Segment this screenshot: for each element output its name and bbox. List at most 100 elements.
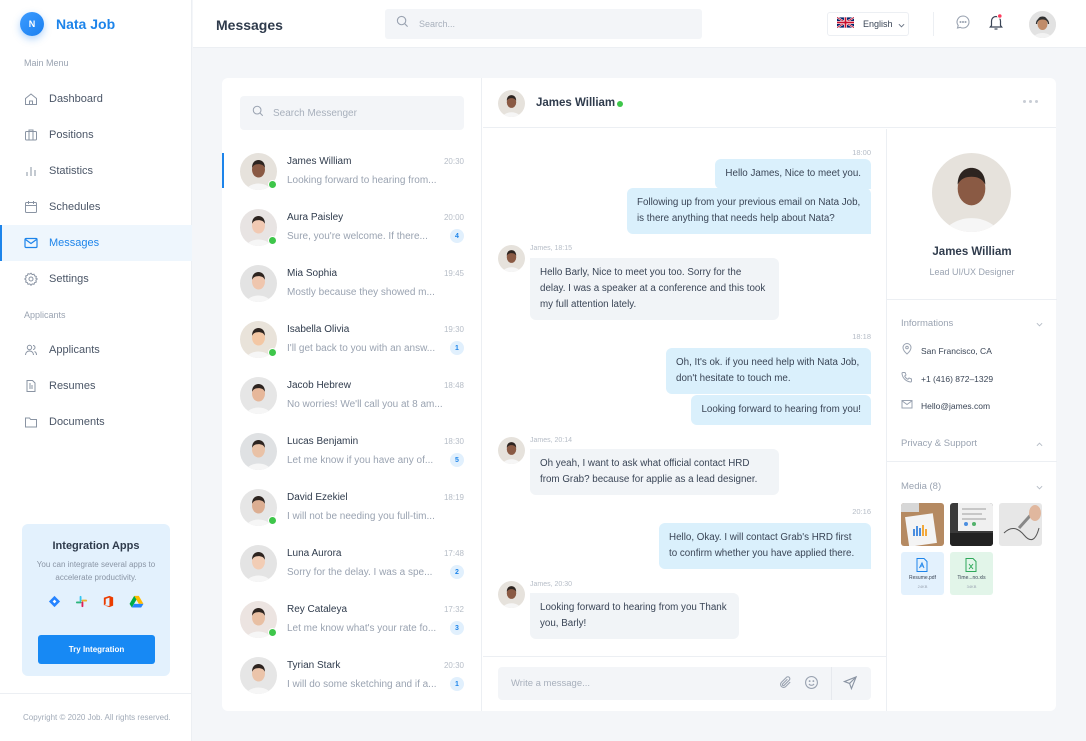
user-avatar[interactable] <box>1029 11 1056 38</box>
conversation-item[interactable]: James William Looking forward to hearing … <box>222 153 482 209</box>
sidebar-item-documents[interactable]: Documents <box>0 404 192 440</box>
conversation-item[interactable]: Isabella Olivia I'll get back to you with… <box>222 321 482 377</box>
message-input[interactable]: Write a message... <box>511 678 590 689</box>
unread-badge: 5 <box>450 453 464 467</box>
message-sender-meta: James, 20:14 <box>530 437 573 444</box>
search-placeholder: Search... <box>419 19 456 29</box>
media-thumbnail[interactable] <box>950 503 993 546</box>
media-thumbnail[interactable] <box>901 503 944 546</box>
conversation-list: Search Messenger James William Looking fo… <box>222 78 482 711</box>
document-icon <box>23 378 39 394</box>
conversation-item[interactable]: Aura Paisley Sure, you're welcome. If the… <box>222 209 482 265</box>
applicants-nav: Applicants Resumes Documents <box>0 332 192 440</box>
slack-icon <box>75 595 88 613</box>
conversation-preview: Sure, you're welcome. If there... <box>287 231 428 242</box>
outgoing-message: Following up from your previous email on… <box>627 188 871 234</box>
informations-section-toggle[interactable]: Informations <box>901 314 1043 332</box>
integration-apps-card: Integration Apps You can integrate sever… <box>22 524 170 676</box>
users-icon <box>23 342 39 358</box>
conversation-name: Rey Cataleya <box>287 604 348 615</box>
phone-icon <box>901 370 913 388</box>
online-indicator <box>268 348 277 357</box>
media-section-toggle[interactable]: Media (8) <box>901 477 1043 495</box>
incoming-message: Hello Barly, Nice to meet you too. Sorry… <box>530 258 779 320</box>
mail-icon <box>901 397 913 415</box>
bell-icon[interactable] <box>988 13 1006 31</box>
conversation-preview: Mostly because they showed m... <box>287 287 435 298</box>
privacy-label: Privacy & Support <box>901 437 978 449</box>
sidebar-item-dashboard[interactable]: Dashboard <box>0 81 192 117</box>
chevron-down-icon <box>1036 314 1043 332</box>
language-selector[interactable]: English <box>827 12 909 36</box>
informations-label: Informations <box>901 317 954 329</box>
chevron-down-icon <box>898 15 905 33</box>
file-size: 24KB <box>917 584 928 589</box>
conversation-time: 18:30 <box>443 437 464 446</box>
chat-header: James William <box>483 78 1056 128</box>
sidebar-item-schedules[interactable]: Schedules <box>0 189 192 225</box>
sidebar-item-applicants[interactable]: Applicants <box>0 332 192 368</box>
sidebar-item-statistics[interactable]: Statistics <box>0 153 192 189</box>
conversation-item[interactable]: Jacob Hebrew No worries! We'll call you a… <box>222 377 482 433</box>
conversation-item[interactable]: David Ezekiel I will not be needing you f… <box>222 489 482 545</box>
home-icon <box>23 91 39 107</box>
conversation-item[interactable]: Rey Cataleya Let me know what's your rate… <box>222 601 482 657</box>
sidebar-divider <box>0 693 192 694</box>
avatar <box>240 377 277 414</box>
sidebar-item-label: Positions <box>49 129 94 141</box>
sidebar-item-messages[interactable]: Messages <box>0 225 192 261</box>
profile-name: James William <box>932 246 1012 258</box>
brand[interactable]: N Nata Job <box>20 12 115 36</box>
message-sender-meta: James, 20:30 <box>530 581 573 588</box>
location-pin-icon <box>901 342 913 360</box>
outgoing-message: Hello, Okay. I will contact Grab's HRD f… <box>659 523 871 569</box>
phone-row: +1 (416) 872–1329 <box>901 370 993 388</box>
conversation-preview: Let me know what's your rate fo... <box>287 623 437 634</box>
sidebar-item-positions[interactable]: Positions <box>0 117 192 153</box>
email-text[interactable]: Hello@james.com <box>921 401 990 411</box>
emoji-icon[interactable] <box>804 675 819 695</box>
chat-bubble-icon[interactable] <box>955 14 973 32</box>
google-drive-icon <box>129 595 144 613</box>
sidebar-item-resumes[interactable]: Resumes <box>0 368 192 404</box>
more-options-button[interactable] <box>1023 100 1038 103</box>
online-indicator <box>617 101 623 107</box>
sidebar-item-label: Resumes <box>49 380 96 392</box>
conversation-time: 18:19 <box>443 493 464 502</box>
bar-chart-icon <box>23 163 39 179</box>
message-sender-meta: James, 18:15 <box>530 245 573 252</box>
avatar <box>240 657 277 694</box>
media-label: Media (8) <box>901 480 942 492</box>
global-search-input[interactable]: Search... <box>385 9 702 39</box>
conversation-item[interactable]: Mia Sophia Mostly because they showed m..… <box>222 265 482 321</box>
message-composer: Write a message... <box>498 667 871 700</box>
paperclip-icon[interactable] <box>778 675 793 695</box>
chevron-down-icon <box>1036 477 1043 495</box>
incoming-message: Oh yeah, I want to ask what official con… <box>530 449 779 495</box>
unread-badge: 1 <box>450 677 464 691</box>
file-card-resume[interactable]: Resume.pdf 24KB <box>901 552 944 595</box>
conversation-item[interactable]: Luna Aurora Sorry for the delay. I was a … <box>222 545 482 601</box>
phone-text: +1 (416) 872–1329 <box>921 374 994 384</box>
incoming-message: Looking forward to hearing from you Than… <box>530 593 739 639</box>
sidebar-item-settings[interactable]: Settings <box>0 261 192 297</box>
privacy-section-toggle[interactable]: Privacy & Support <box>901 434 1043 452</box>
topbar-separator <box>933 12 934 36</box>
conversation-preview: I will do some sketching and if a... <box>287 679 437 690</box>
message-timestamp: 18:18 <box>852 332 871 341</box>
conversation-name: James William <box>287 156 352 167</box>
unread-badge: 3 <box>450 621 464 635</box>
conversation-item[interactable]: Lucas Benjamin Let me know if you have an… <box>222 433 482 489</box>
integration-app-icons <box>22 595 170 613</box>
unread-badge: 1 <box>450 341 464 355</box>
send-icon[interactable] <box>842 675 858 695</box>
file-card-spreadsheet[interactable]: Time...no.xls 34KB <box>950 552 993 595</box>
messenger-search-input[interactable]: Search Messenger <box>240 96 464 130</box>
media-thumbnail[interactable] <box>999 503 1042 546</box>
avatar <box>240 545 277 582</box>
try-integration-button[interactable]: Try Integration <box>38 635 155 664</box>
contact-avatar[interactable] <box>498 90 525 117</box>
conversation-item[interactable]: Tyrian Stark I will do some sketching and… <box>222 657 482 713</box>
conversation-time: 20:30 <box>443 661 464 670</box>
conversation-time: 18:48 <box>443 381 464 390</box>
